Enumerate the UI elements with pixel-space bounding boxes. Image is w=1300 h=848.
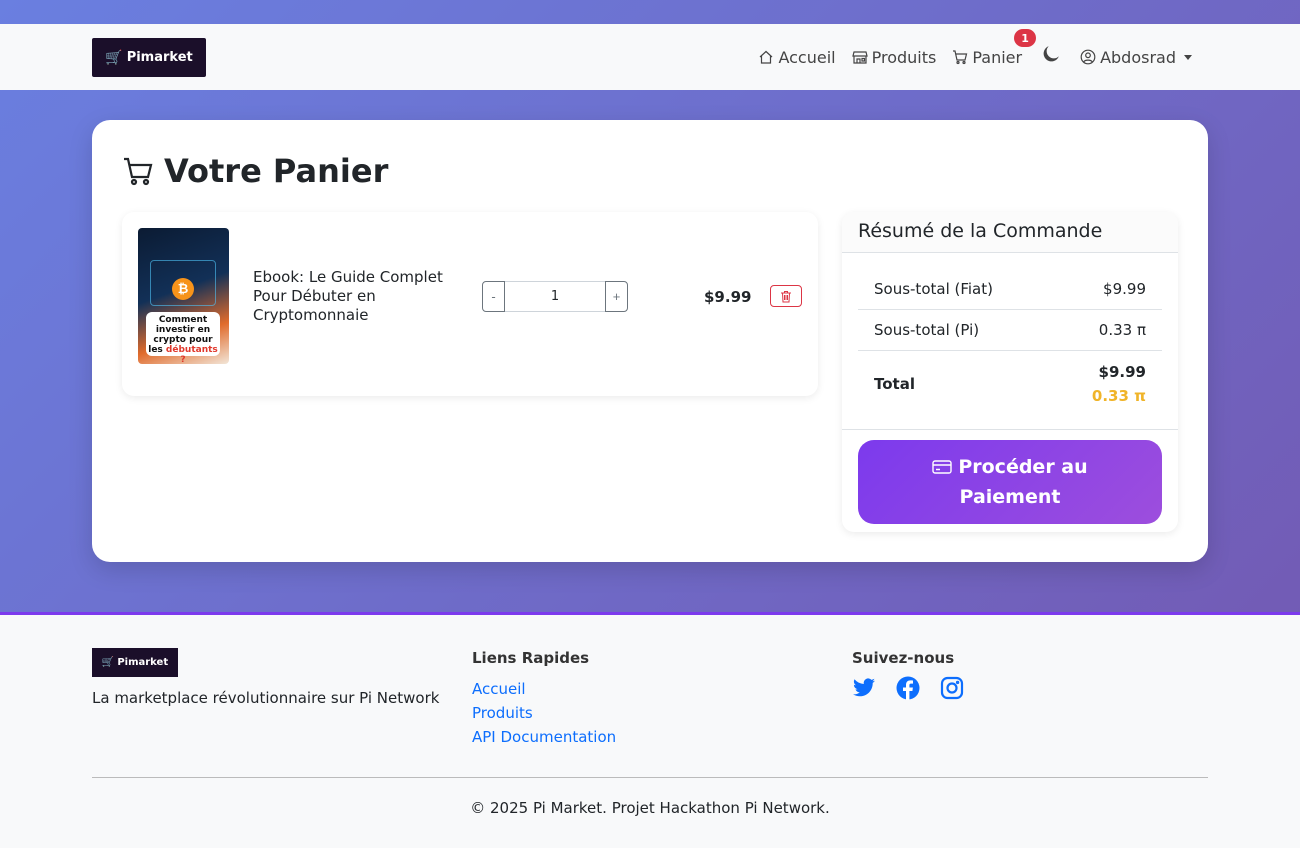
subtotal-pi-value: 0.33 π — [1098, 321, 1146, 339]
cart-icon — [953, 50, 968, 65]
thumbnail-caption-line2: débutants ? — [165, 345, 218, 364]
summary-body: Sous-total (Fiat) $9.99 Sous-total (Pi) … — [842, 253, 1178, 417]
user-name: Abdosrad — [1100, 47, 1176, 67]
footer-logo-cart-icon: 🛒 — [101, 657, 115, 668]
thumbnail-caption: Comment investir en crypto pour les débu… — [146, 312, 220, 364]
quick-links-list: Accueil Produits API Documentation — [472, 677, 616, 749]
top-gradient-strip — [0, 0, 1300, 24]
chevron-down-icon — [1184, 54, 1192, 60]
product-price: $9.99 — [704, 288, 752, 306]
user-circle-icon — [1080, 49, 1096, 65]
footer: 🛒 Pimarket La marketplace révolutionnair… — [0, 612, 1300, 848]
cart-count-badge: 1 — [1014, 29, 1037, 47]
total-fiat-value: $9.99 — [1098, 363, 1146, 381]
nav-cart-label: Panier — [972, 47, 1023, 67]
product-thumbnail[interactable]: ₿ Comment investir en crypto pour les dé… — [138, 228, 229, 364]
subtotal-pi-label: Sous-total (Pi) — [874, 321, 980, 339]
pay-button-label: Procéder au Paiement — [958, 456, 1088, 508]
twitter-icon[interactable] — [852, 676, 876, 700]
nav-home-link[interactable]: Accueil — [750, 37, 843, 77]
follow-us-title: Suivez-nous — [852, 649, 955, 667]
cart-card: Votre Panier ₿ Comment investir en crypt… — [92, 120, 1208, 562]
cart-item: ₿ Comment investir en crypto pour les dé… — [122, 212, 818, 396]
shop-icon — [851, 51, 868, 64]
navbar: 🛒 Pimarket Accueil Produits Panier 1 Abd… — [0, 24, 1300, 90]
total-row: Total $9.99 0.33 π — [858, 351, 1162, 417]
total-values: $9.99 0.33 π — [1092, 360, 1146, 408]
instagram-icon[interactable] — [940, 676, 964, 700]
subtotal-fiat-row: Sous-total (Fiat) $9.99 — [858, 269, 1162, 310]
footer-link-products[interactable]: Produits — [472, 701, 616, 725]
total-pi-value: 0.33 π — [1091, 387, 1146, 405]
order-summary: Résumé de la Commande Sous-total (Fiat) … — [842, 212, 1178, 532]
quick-links-title: Liens Rapides — [472, 649, 590, 667]
footer-link-home[interactable]: Accueil — [472, 677, 616, 701]
subtotal-pi-row: Sous-total (Pi) 0.33 π — [858, 310, 1162, 351]
logo-cart-icon: 🛒 — [105, 49, 123, 66]
facebook-icon[interactable] — [896, 676, 920, 700]
footer-divider — [92, 777, 1208, 778]
nav-cart-link[interactable]: Panier 1 — [944, 29, 1037, 77]
footer-link-api-docs[interactable]: API Documentation — [472, 725, 616, 749]
summary-title: Résumé de la Commande — [842, 212, 1178, 253]
brand-logo[interactable]: 🛒 Pimarket — [92, 38, 206, 77]
product-name: Ebook: Le Guide Complet Pour Débuter en … — [253, 268, 443, 324]
brand-name: Pimarket — [126, 50, 193, 65]
summary-divider — [842, 429, 1178, 430]
page-title: Votre Panier — [122, 152, 388, 190]
credit-card-icon — [932, 460, 953, 474]
user-menu-dropdown[interactable]: Abdosrad — [1072, 37, 1200, 77]
page-title-text: Votre Panier — [164, 152, 389, 190]
footer-tagline: La marketplace révolutionnaire sur Pi Ne… — [92, 689, 440, 707]
quantity-input[interactable] — [505, 281, 605, 312]
remove-item-button[interactable] — [770, 285, 802, 307]
nav-home-label: Accueil — [778, 47, 836, 67]
bitcoin-coin-icon: ₿ — [172, 278, 194, 300]
footer-logo[interactable]: 🛒 Pimarket — [92, 648, 178, 677]
footer-brand-name: Pimarket — [117, 657, 169, 668]
proceed-to-payment-button[interactable]: Procéder au Paiement — [858, 440, 1162, 524]
nav-products-link[interactable]: Produits — [844, 37, 945, 77]
increase-quantity-button[interactable]: + — [605, 281, 628, 312]
nav-products-label: Produits — [871, 47, 937, 67]
total-label: Total — [874, 375, 915, 393]
social-links — [852, 676, 964, 700]
subtotal-fiat-value: $9.99 — [1103, 280, 1146, 298]
quantity-stepper: - + — [482, 281, 628, 312]
copyright-text: © 2025 Pi Market. Projet Hackathon Pi Ne… — [470, 799, 830, 817]
nav-links: Accueil Produits Panier 1 Abdosrad — [750, 24, 1200, 90]
cart-title-icon — [124, 157, 153, 186]
home-icon — [760, 50, 773, 64]
subtotal-fiat-label: Sous-total (Fiat) — [874, 280, 993, 298]
dark-mode-moon-icon[interactable] — [1042, 45, 1060, 63]
trash-icon — [781, 290, 791, 302]
decrease-quantity-button[interactable]: - — [482, 281, 505, 312]
